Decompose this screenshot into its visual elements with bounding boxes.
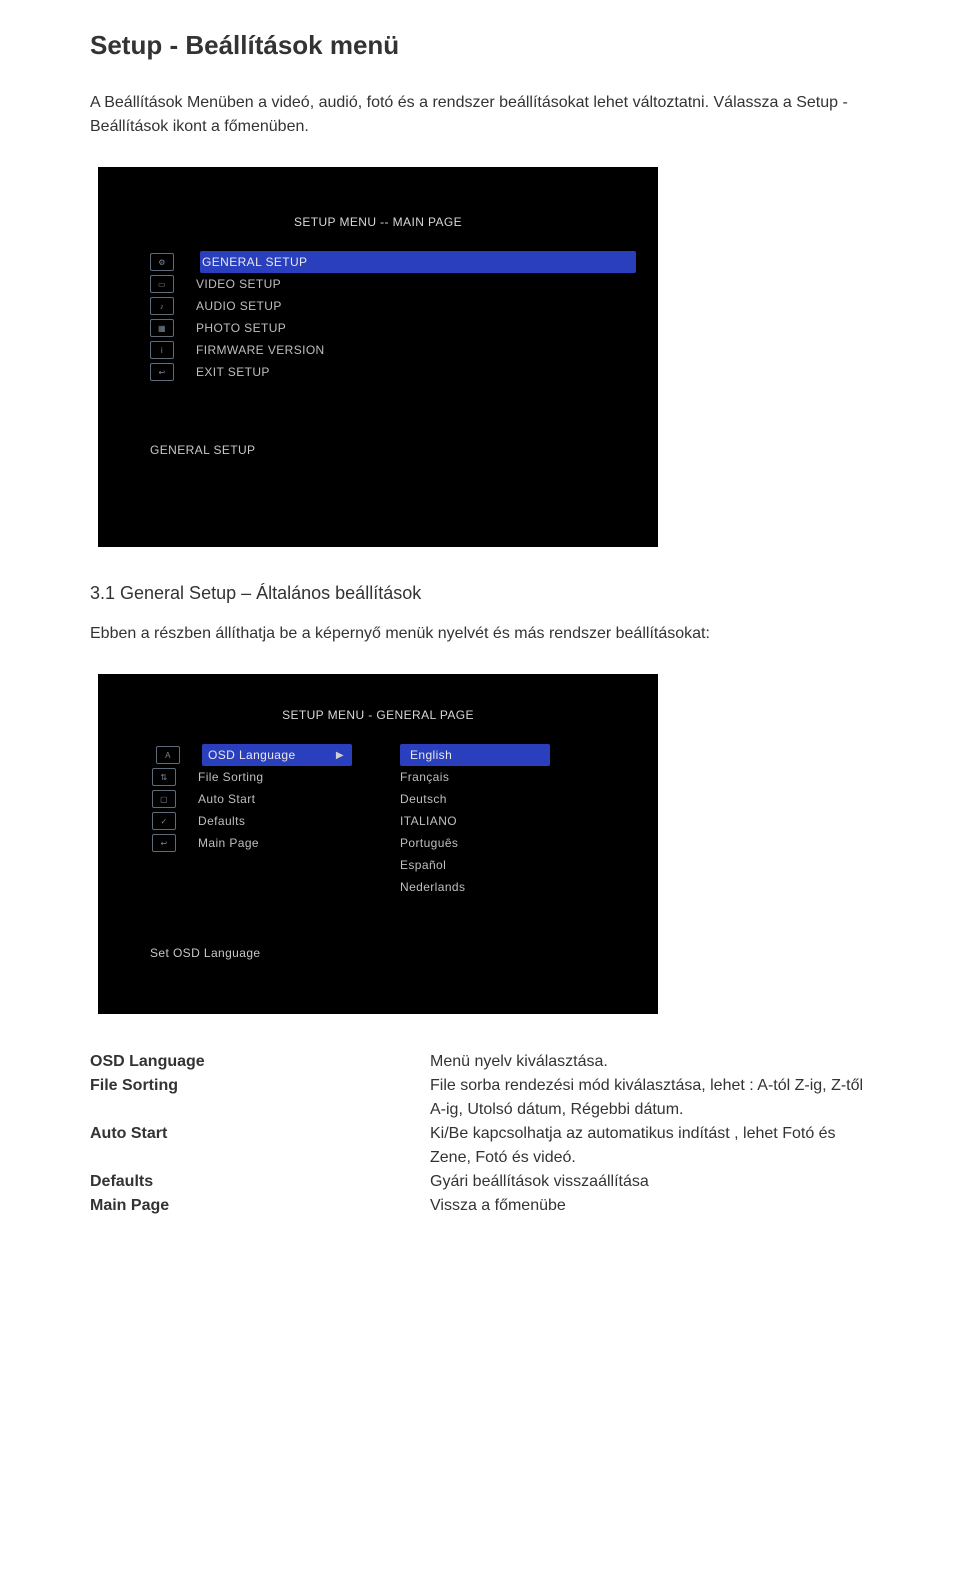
setting-item-label: Main Page: [198, 836, 352, 850]
setting-item-label: File Sorting: [198, 770, 352, 784]
menu-item: ⚙GENERAL SETUP: [200, 251, 636, 273]
menu-item-icon: ↩: [150, 363, 174, 381]
setting-item-icon: A: [156, 746, 180, 764]
osd-footer: GENERAL SETUP: [120, 443, 636, 457]
section-heading: 3.1 General Setup – Általános beállításo…: [90, 583, 870, 604]
intro-paragraph: A Beállítások Menüben a videó, audió, fo…: [90, 91, 870, 139]
definition-term: Main Page: [90, 1194, 300, 1218]
setting-item: ↩Main Page: [202, 832, 352, 854]
setting-item: AOSD Language▶: [202, 744, 352, 766]
option-label: Português: [400, 836, 550, 850]
setting-item-icon: ▢: [152, 790, 176, 808]
menu-item: ▭VIDEO SETUP: [200, 273, 636, 295]
definition-desc: Ki/Be kapcsolhatja az automatikus indítá…: [430, 1122, 870, 1170]
setting-item-label: OSD Language: [202, 748, 336, 762]
setting-item-icon: ↩: [152, 834, 176, 852]
option-label: Deutsch: [400, 792, 550, 806]
option-item: Français: [400, 766, 550, 788]
menu-item-icon: ▭: [150, 275, 174, 293]
option-item: Deutsch: [400, 788, 550, 810]
definition-term: Defaults: [90, 1170, 300, 1194]
menu-item-icon: ♪: [150, 297, 174, 315]
option-label: English: [404, 748, 546, 762]
definition-desc: File sorba rendezési mód kiválasztása, l…: [430, 1074, 870, 1122]
definition-term: OSD Language: [90, 1050, 300, 1074]
option-item: Português: [400, 832, 550, 854]
option-item: English: [400, 744, 550, 766]
menu-item-icon: ▦: [150, 319, 174, 337]
definition-desc: Menü nyelv kiválasztása.: [430, 1050, 870, 1074]
option-item: Español: [400, 854, 550, 876]
definition-desc: Gyári beállítások visszaállítása: [430, 1170, 870, 1194]
osd-title: SETUP MENU -- MAIN PAGE: [120, 215, 636, 229]
setting-item: ▢Auto Start: [202, 788, 352, 810]
option-label: Français: [400, 770, 550, 784]
setting-item: ✓Defaults: [202, 810, 352, 832]
setting-item-label: Auto Start: [198, 792, 352, 806]
chevron-right-icon: ▶: [336, 750, 348, 761]
osd-title: SETUP MENU - GENERAL PAGE: [120, 708, 636, 722]
definition-term: File Sorting: [90, 1074, 300, 1122]
setting-item-icon: ⇅: [152, 768, 176, 786]
general-setup-screenshot: SETUP MENU - GENERAL PAGE AOSD Language▶…: [98, 674, 658, 1014]
option-label: Español: [400, 858, 550, 872]
menu-item-label: VIDEO SETUP: [196, 277, 376, 291]
page-title: Setup - Beállítások menü: [90, 30, 870, 61]
option-item: ITALIANO: [400, 810, 550, 832]
menu-item-label: EXIT SETUP: [196, 365, 376, 379]
definition-desc: Vissza a főmenübe: [430, 1194, 870, 1218]
menu-item-label: PHOTO SETUP: [196, 321, 376, 335]
option-label: ITALIANO: [400, 814, 550, 828]
definition-term: Auto Start: [90, 1122, 300, 1170]
menu-item: iFIRMWARE VERSION: [200, 339, 636, 361]
menu-item: ♪AUDIO SETUP: [200, 295, 636, 317]
menu-item: ↩EXIT SETUP: [200, 361, 636, 383]
menu-item-icon: i: [150, 341, 174, 359]
menu-item-label: GENERAL SETUP: [196, 255, 636, 269]
option-label: Nederlands: [400, 880, 550, 894]
option-item: Nederlands: [400, 876, 550, 898]
menu-item-label: AUDIO SETUP: [196, 299, 376, 313]
setup-main-screenshot: SETUP MENU -- MAIN PAGE ⚙GENERAL SETUP▭V…: [98, 167, 658, 547]
menu-item-icon: ⚙: [150, 253, 174, 271]
setting-item-label: Defaults: [198, 814, 352, 828]
menu-item-label: FIRMWARE VERSION: [196, 343, 376, 357]
section-paragraph: Ebben a részben állíthatja be a képernyő…: [90, 622, 870, 646]
setting-item-icon: ✓: [152, 812, 176, 830]
osd-footer: Set OSD Language: [120, 946, 636, 960]
setting-item: ⇅File Sorting: [202, 766, 352, 788]
menu-item: ▦PHOTO SETUP: [200, 317, 636, 339]
